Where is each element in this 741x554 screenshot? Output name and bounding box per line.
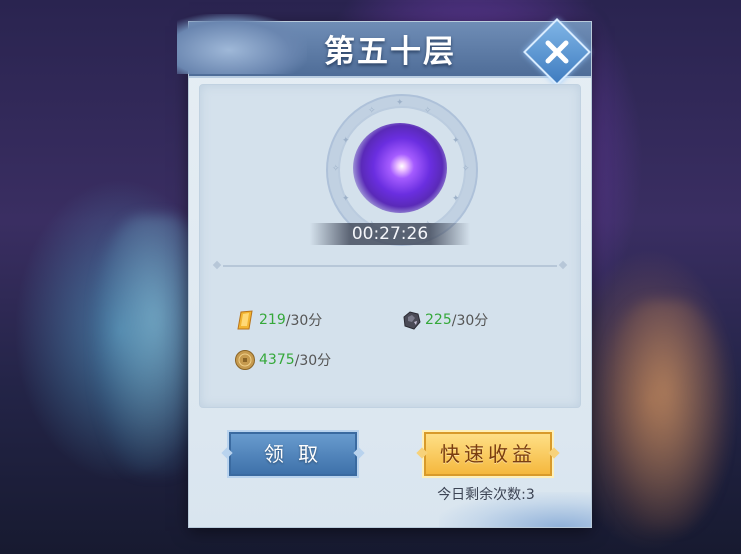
panel-header: 第五十层: [177, 14, 591, 86]
diamond-ornament-icon: [353, 447, 365, 459]
ore-stone-icon: [403, 311, 421, 330]
reward-rate: /30分: [451, 313, 489, 329]
reward-value: 4375: [259, 352, 295, 368]
reward-item: 219 /30分: [234, 307, 322, 333]
diamond-ornament-icon: [548, 447, 560, 459]
quick-earnings-label: 快速收益: [440, 442, 536, 466]
tower-reward-panel: 第五十层 ✦ ✧ ✧ ✦ ✦ ✧ ✧ ✦ ✦ ✧ ✧ 00:27:26: [177, 14, 591, 527]
copper-coin-icon: [235, 350, 255, 370]
reward-item: 225 /30分: [400, 307, 488, 333]
reward-value: 225: [425, 312, 452, 328]
reward-area: ✦ ✧ ✧ ✦ ✦ ✧ ✧ ✦ ✦ ✧ ✧ 00:27:26 219 /30分: [199, 84, 581, 408]
reward-value: 219: [259, 312, 286, 328]
countdown-timer: 00:27:26: [351, 224, 429, 244]
close-icon: [545, 40, 569, 64]
reward-rate: /30分: [294, 353, 332, 369]
quick-earnings-button[interactable]: 快速收益: [416, 430, 560, 478]
claim-button-label: 领 取: [263, 442, 323, 466]
claim-button[interactable]: 领 取: [221, 430, 365, 478]
reward-rate: /30分: [285, 313, 323, 329]
purple-energy-orb: [353, 123, 447, 213]
divider: [223, 265, 557, 267]
background-character-right: [605, 300, 725, 530]
diamond-ornament-icon: [416, 447, 428, 459]
gold-crystal-icon: [237, 310, 253, 330]
diamond-ornament-icon: [221, 447, 233, 459]
reward-item: 4375 /30分: [234, 347, 331, 373]
countdown-bar: 00:27:26: [310, 223, 470, 245]
remaining-attempts: 今日剩余次数:3: [437, 487, 535, 503]
